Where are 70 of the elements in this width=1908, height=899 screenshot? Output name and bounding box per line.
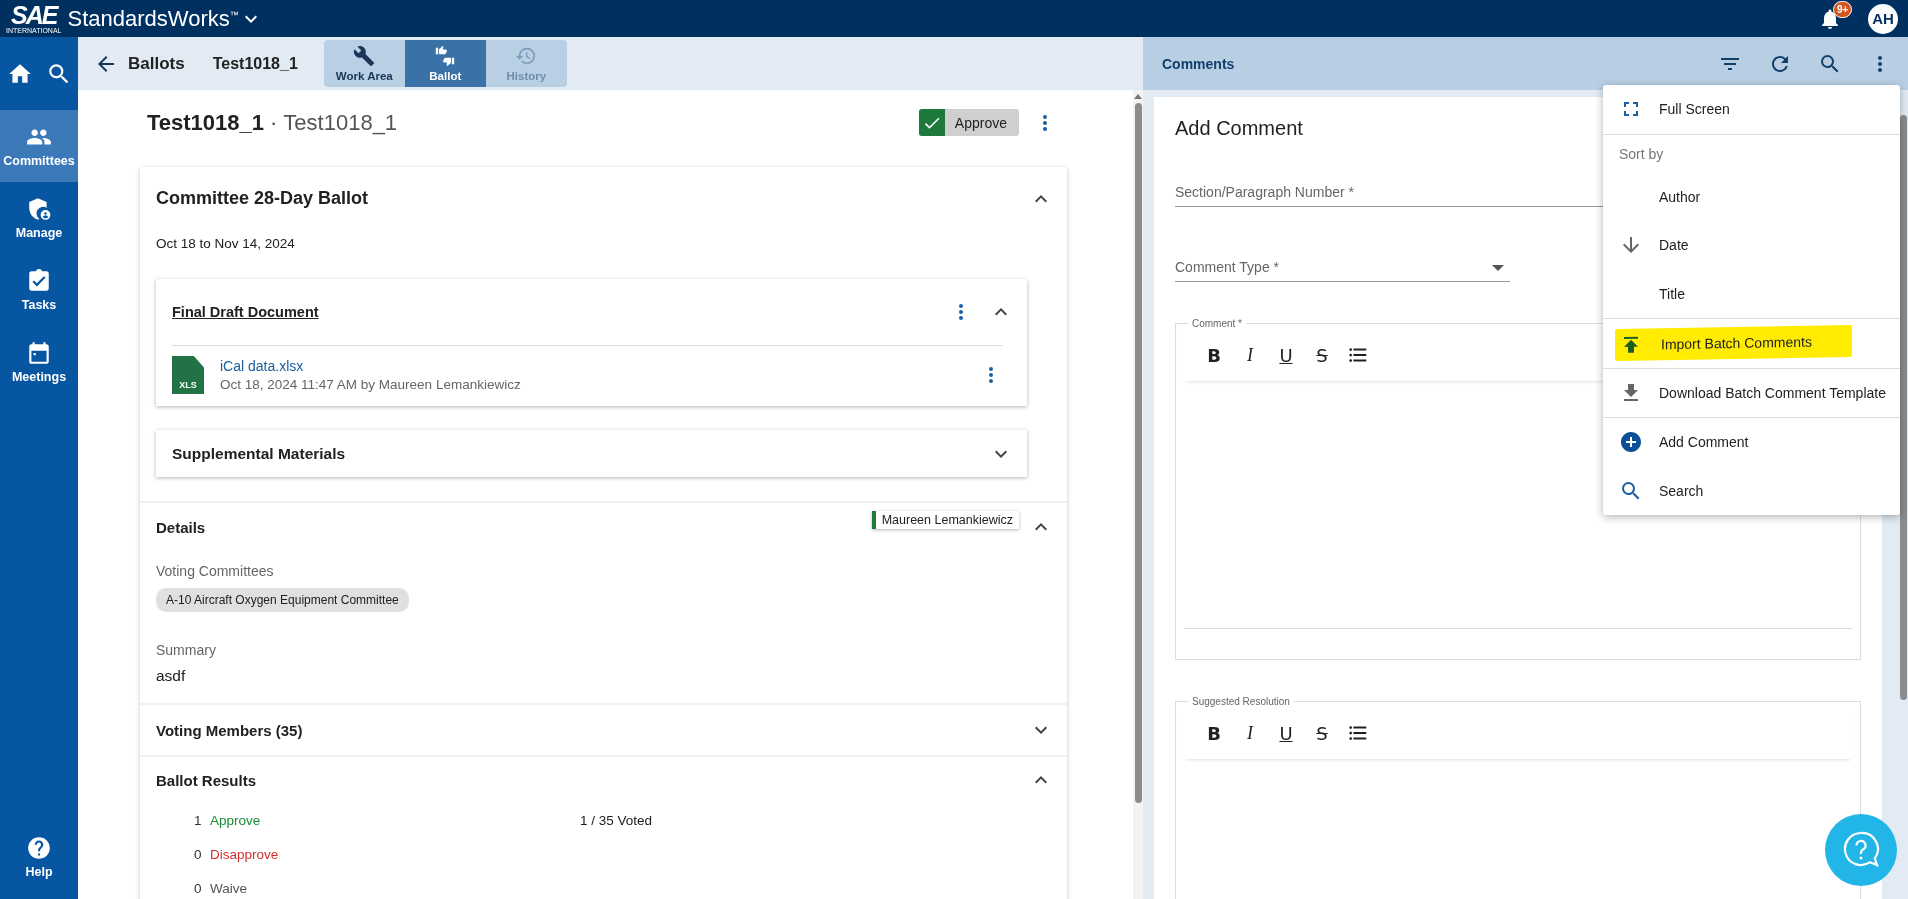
underline-button[interactable]: U — [1270, 719, 1302, 747]
section-title: Ballot Results — [156, 771, 258, 789]
scrollbar-thumb[interactable] — [1899, 115, 1907, 700]
strikethrough-button[interactable]: S — [1306, 719, 1338, 747]
panel-title: Comments — [1162, 55, 1236, 72]
voted-tally: 1 / 35 Voted — [580, 812, 653, 828]
spreadsheet-file-icon: XLS — [172, 356, 204, 394]
comment-type-dropdown[interactable]: Comment Type * — [1175, 253, 1510, 282]
field-label: Voting Committees — [156, 563, 275, 579]
file-link[interactable]: iCal data.xlsx — [220, 358, 963, 374]
menu-item[interactable]: Import Batch Comments — [1603, 319, 1900, 368]
calendar-icon — [26, 340, 52, 366]
editor-label: Suggested Resolution — [1191, 696, 1291, 707]
user-avatar[interactable]: AH — [1868, 3, 1898, 34]
strikethrough-button[interactable]: S — [1306, 341, 1338, 369]
italic-button[interactable]: I — [1234, 719, 1266, 747]
summary-text: asdf — [156, 667, 187, 685]
menu-item[interactable]: Full Screen — [1603, 85, 1900, 134]
nav-item[interactable]: Tasks — [0, 254, 78, 326]
nav-item[interactable]: Manage — [0, 182, 78, 254]
document-title-link[interactable]: Final Draft Document — [172, 304, 933, 320]
logo-wordmark: SAE — [11, 3, 57, 28]
clipboard-check-icon — [26, 268, 52, 294]
dropdown-arrow-icon[interactable] — [1492, 265, 1504, 271]
product-name: StandardsWorks$^{™}$ — [67, 5, 239, 32]
field-label: Summary — [156, 642, 217, 658]
italic-button[interactable]: I — [1234, 341, 1266, 369]
underline-button[interactable]: U — [1270, 341, 1302, 369]
scrollbar-thumb[interactable] — [1134, 103, 1142, 803]
nav-item[interactable]: Meetings — [0, 326, 78, 398]
back-link[interactable]: Ballots — [94, 51, 185, 76]
author-tag: Maureen Lemankiewicz — [871, 511, 1019, 529]
menu-item[interactable]: Title — [1603, 269, 1900, 318]
section-title: Details — [156, 518, 207, 536]
highlighter-mark: Import Batch Comments — [1615, 325, 1852, 362]
file-meta: Oct 18, 2024 11:47 AM by Maureen Lemankiewicz — [220, 377, 522, 392]
title-separator: · — [270, 109, 278, 136]
shield-icon — [26, 196, 52, 222]
view-tab[interactable]: Work Area — [323, 40, 405, 87]
section-title: Voting Members (35) — [156, 721, 304, 739]
nav-item[interactable]: Committees — [0, 110, 78, 182]
wrench-icon — [353, 45, 376, 67]
help-chat-icon — [1841, 830, 1881, 870]
ballot-title: Test1018_1 — [147, 109, 264, 136]
vote-count: 0 — [194, 880, 203, 896]
help-icon — [26, 835, 52, 861]
card-title: Committee 28-Day Ballot — [156, 187, 369, 210]
help-nav-item[interactable]: Help — [0, 821, 78, 893]
view-tab[interactable]: Ballot — [404, 40, 486, 87]
vote-count: 1 — [194, 812, 203, 828]
vote-label: Disapprove — [210, 846, 280, 862]
menu-item[interactable]: Date — [1603, 221, 1900, 270]
menu-item[interactable]: Download Batch Comment Template — [1603, 368, 1900, 417]
form-title: Add Comment — [1175, 116, 1304, 141]
ballot-subtitle: Test1018_1 — [283, 109, 398, 136]
vote-count: 0 — [194, 846, 203, 862]
bold-button[interactable]: B — [1198, 719, 1230, 747]
vote-label: Approve — [210, 812, 262, 828]
section-title: Supplemental Materials — [172, 444, 347, 463]
vote-label: Waive — [210, 880, 248, 896]
editor-label: Comment * — [1191, 318, 1243, 329]
thumbs-icon — [434, 45, 457, 67]
bold-button[interactable]: B — [1198, 341, 1230, 369]
committee-chip: A-10 Aircraft Oxygen Equipment Committee — [156, 588, 409, 612]
document-name: Test1018_1 — [212, 54, 298, 73]
notification-badge: 9+ — [1833, 0, 1853, 18]
vote-button[interactable]: Approve — [918, 109, 1019, 136]
menu-heading: Sort by — [1618, 144, 1665, 164]
history-icon — [515, 45, 538, 67]
date-range: Oct 18 to Nov 14, 2024 — [155, 235, 296, 253]
